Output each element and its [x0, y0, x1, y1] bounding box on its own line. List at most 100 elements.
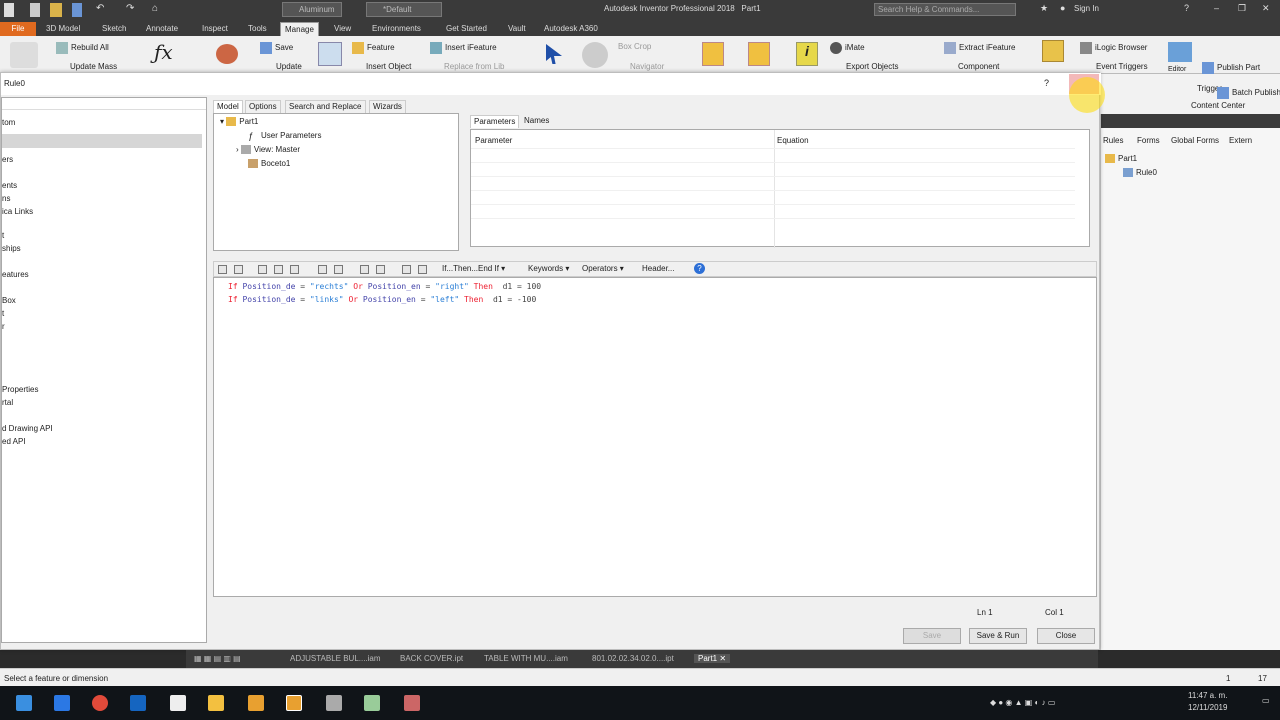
indent-icon[interactable]	[360, 265, 369, 274]
help-icon[interactable]: ?	[694, 263, 705, 274]
tab-global-forms[interactable]: Global Forms	[1171, 136, 1219, 145]
uncomment-icon[interactable]	[234, 265, 243, 274]
tab-autodesk-a360[interactable]: Autodesk A360	[540, 22, 602, 36]
tab-annotate[interactable]: Annotate	[142, 22, 182, 36]
tab-external[interactable]: Extern	[1229, 136, 1252, 145]
app-icon[interactable]	[326, 695, 342, 711]
tab-wizards[interactable]: Wizards	[369, 100, 406, 113]
open-icon[interactable]	[50, 3, 62, 17]
pipe-icon[interactable]	[582, 42, 608, 68]
snippet-selected[interactable]	[2, 134, 202, 148]
dialog-help-button[interactable]: ?	[1044, 78, 1049, 88]
update-mass-button[interactable]: Update Mass	[70, 62, 117, 71]
snippet-item[interactable]: Properties	[2, 385, 38, 394]
comment-icon[interactable]	[218, 265, 227, 274]
tab-sketch[interactable]: Sketch	[98, 22, 130, 36]
header-button[interactable]: Header...	[642, 264, 674, 273]
tab-model[interactable]: Model	[213, 100, 243, 113]
app-icon[interactable]	[404, 695, 420, 711]
tree-sketch[interactable]: Boceto1	[248, 159, 290, 169]
snippet-item[interactable]: r	[2, 322, 5, 331]
ilogic-browser-button[interactable]: iLogic Browser	[1080, 42, 1147, 54]
undo-icon[interactable]: ↶	[96, 3, 106, 17]
tab-tools[interactable]: Tools	[244, 22, 271, 36]
rp-tree-root[interactable]: Part1	[1105, 154, 1137, 164]
save-button[interactable]: Save	[260, 42, 293, 54]
editor-button[interactable]: Editor	[1168, 66, 1186, 73]
feature-button[interactable]: Feature	[352, 42, 395, 54]
event-triggers-button[interactable]: Event Triggers	[1096, 62, 1148, 71]
tab-manage[interactable]: Manage	[280, 22, 319, 36]
inventor-active-icon[interactable]	[286, 695, 302, 711]
save-run-button[interactable]: Save & Run	[969, 628, 1027, 644]
copy-icon[interactable]	[274, 265, 283, 274]
tab-environments[interactable]: Environments	[368, 22, 425, 36]
minimize-icon[interactable]: –	[1214, 3, 1224, 17]
file-explorer-icon[interactable]	[208, 695, 224, 711]
keywords-dropdown[interactable]: Keywords ▾	[528, 264, 569, 273]
content-center-icon[interactable]	[1168, 42, 1192, 62]
update-button[interactable]: Update	[276, 62, 302, 71]
tab-names[interactable]: Names	[521, 115, 552, 128]
help-icon[interactable]: ?	[1184, 3, 1194, 17]
tree-root-part1[interactable]: ▾ Part1	[220, 117, 258, 127]
doc-tab[interactable]: 801.02.02.34.02.0....ipt	[592, 654, 674, 663]
tab-view[interactable]: View	[330, 22, 355, 36]
tab-parameters[interactable]: Parameters	[470, 115, 520, 128]
redo-icon[interactable]: ↷	[126, 3, 136, 17]
paste-icon[interactable]	[290, 265, 299, 274]
start-icon[interactable]	[16, 695, 32, 711]
part-icon[interactable]	[748, 42, 770, 66]
snippet-item[interactable]: d Drawing API	[2, 424, 53, 433]
snippet-item[interactable]: ns	[2, 194, 10, 203]
insert-ifeature-button[interactable]: Insert iFeature	[430, 42, 497, 54]
insert-object-button[interactable]: Insert Object	[366, 62, 411, 71]
tray-icons[interactable]: ◆ ● ◉ ▲ ▣ ◐ ♪ ▭	[990, 698, 1055, 707]
tile-icon[interactable]: ▦ ▦ ▤ ▥ ▤	[194, 654, 241, 663]
snippet-item[interactable]: ica Links	[2, 207, 33, 216]
sign-in-link[interactable]: Sign In	[1074, 4, 1099, 18]
wrap-icon[interactable]	[418, 265, 427, 274]
appearance-select[interactable]: *Default	[366, 2, 442, 17]
code-editor[interactable]: If Position_de = "rechts" Or Position_en…	[213, 277, 1097, 597]
edge-icon[interactable]	[54, 695, 70, 711]
save-icon[interactable]	[72, 3, 82, 17]
undo-icon[interactable]	[318, 265, 327, 274]
notepad-icon[interactable]	[170, 695, 186, 711]
format-icon[interactable]	[402, 265, 411, 274]
help-search-input[interactable]: Search Help & Commands...	[874, 3, 1016, 16]
function-icon[interactable]: ƒx	[154, 40, 173, 64]
tab-rules[interactable]: Rules	[1103, 136, 1123, 145]
component-button[interactable]: Component	[958, 62, 999, 71]
tab-get-started[interactable]: Get Started	[442, 22, 491, 36]
snippet-item[interactable]: t	[2, 309, 4, 318]
notifications-icon[interactable]: ▭	[1262, 696, 1270, 705]
rp-tree-rule[interactable]: Rule0	[1123, 168, 1157, 178]
select-arrow-icon[interactable]	[546, 44, 562, 64]
tab-inspect[interactable]: Inspect	[198, 22, 232, 36]
tab-3d-model[interactable]: 3D Model	[42, 22, 84, 36]
rebuild-all-button[interactable]: Rebuild All	[56, 42, 109, 54]
home-icon[interactable]: ⌂	[152, 3, 162, 17]
chrome-icon[interactable]	[92, 695, 108, 711]
replace-from-lib-button[interactable]: Replace from Lib	[444, 62, 504, 71]
inventor-icon[interactable]	[248, 695, 264, 711]
tab-options[interactable]: Options	[245, 100, 281, 113]
ifeature-icon[interactable]	[318, 42, 342, 66]
close-button[interactable]: Close	[1037, 628, 1095, 644]
snippet-item[interactable]: tom	[2, 118, 15, 127]
snippet-item[interactable]: ed API	[2, 437, 26, 446]
doc-tab[interactable]: TABLE WITH MU....iam	[484, 654, 568, 663]
redo-icon[interactable]	[334, 265, 343, 274]
user-icon[interactable]: ●	[1060, 3, 1070, 17]
snippet-item[interactable]: eatures	[2, 270, 29, 279]
app-menu-icon[interactable]	[4, 3, 14, 17]
ribbon-large-icon[interactable]	[10, 42, 38, 68]
tab-vault[interactable]: Vault	[504, 22, 530, 36]
cut-icon[interactable]	[258, 265, 267, 274]
component-icon[interactable]	[702, 42, 724, 66]
tab-file[interactable]: File	[0, 22, 36, 36]
doc-tab-active[interactable]: Part1 ✕	[694, 654, 731, 663]
doc-tab[interactable]: BACK COVER.ipt	[400, 654, 463, 663]
restore-icon[interactable]: ❐	[1238, 3, 1248, 17]
